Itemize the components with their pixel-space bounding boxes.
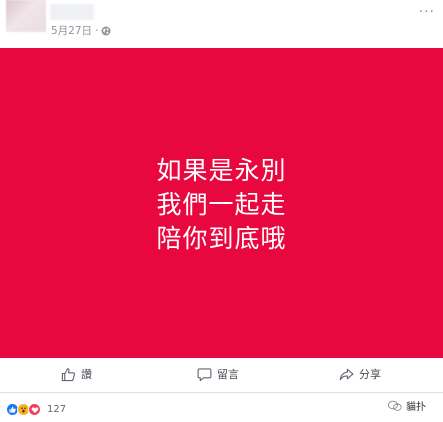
watermark: 貓扑 — [388, 398, 426, 413]
meta-separator: · — [95, 24, 99, 37]
comment-button[interactable]: 留言 — [197, 366, 239, 382]
reaction-summary[interactable]: 127 — [6, 403, 66, 416]
post-header: 5月27日 · ··· — [0, 0, 443, 48]
post-date[interactable]: 5月27日 — [51, 23, 92, 38]
avatar[interactable] — [6, 0, 46, 32]
thumbs-up-icon — [61, 367, 76, 381]
reaction-count: 127 — [47, 404, 67, 415]
chat-bubble-icon — [388, 400, 402, 411]
post-meta: 5月27日 · — [51, 23, 111, 38]
image-text-line-1: 如果是永別 — [156, 156, 287, 185]
like-label: 讚 — [81, 368, 92, 381]
love-reaction-icon — [28, 403, 41, 416]
comment-label: 留言 — [217, 368, 239, 381]
globe-icon — [101, 26, 111, 35]
image-text: 如果是永別 我們一起走 陪你到底哦 — [0, 154, 443, 256]
image-text-line-3: 陪你到底哦 — [156, 224, 287, 253]
action-bar: 讚 留言 分享 — [0, 360, 443, 393]
share-label: 分享 — [359, 368, 381, 381]
share-button[interactable]: 分享 — [339, 366, 381, 382]
like-button[interactable]: 讚 — [61, 366, 92, 382]
image-text-line-2: 我們一起走 — [156, 190, 287, 219]
watermark-label: 貓扑 — [406, 402, 426, 413]
comment-icon — [197, 367, 212, 381]
more-options-icon[interactable]: ··· — [419, 4, 435, 20]
blurred-author-name[interactable] — [50, 4, 94, 20]
share-icon — [339, 368, 354, 380]
